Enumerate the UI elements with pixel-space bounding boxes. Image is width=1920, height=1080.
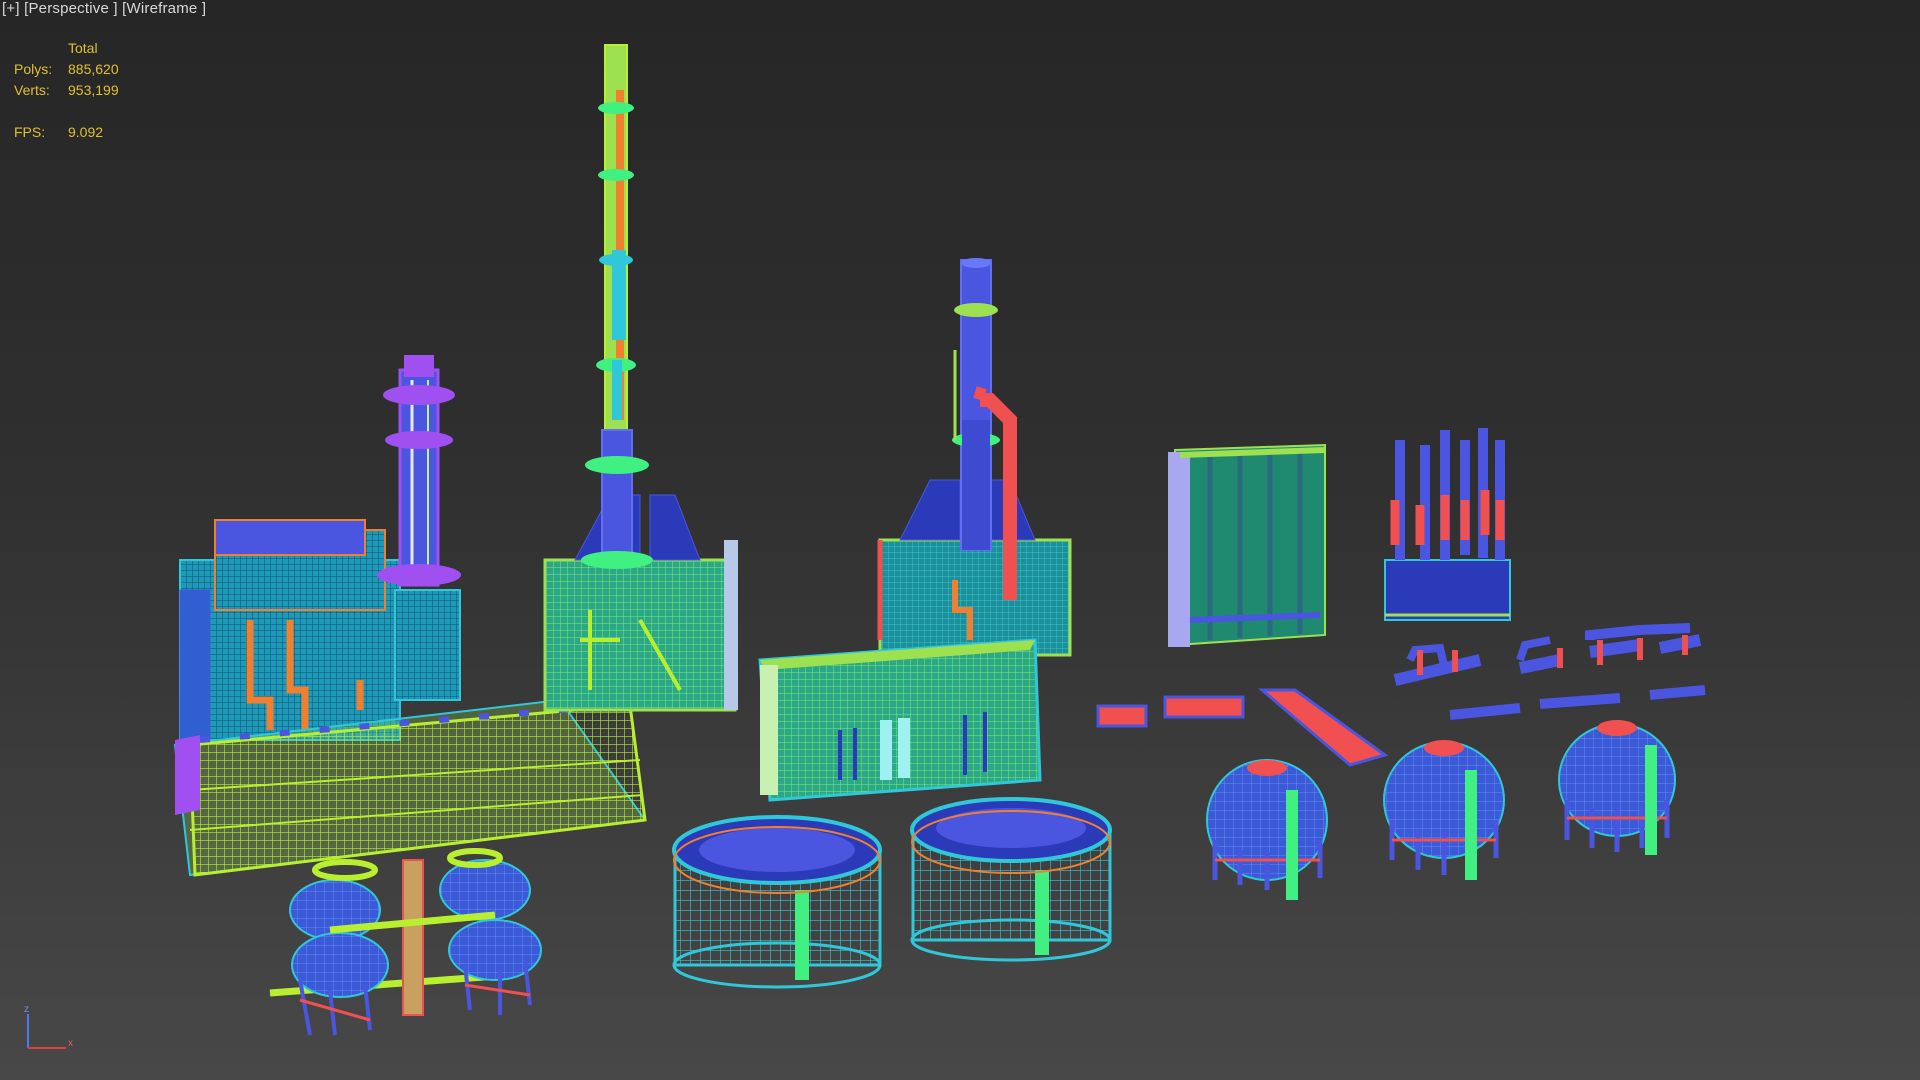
sphere-tank-right-3[interactable]: [1558, 720, 1676, 855]
viewport-shading-menu[interactable]: [Wireframe ]: [122, 0, 206, 17]
stats-polys-row: Polys: 885,620: [14, 59, 119, 80]
viewport-view-menu[interactable]: [Perspective ]: [24, 0, 118, 17]
viewport-label: [+] [Perspective ] [Wireframe ]: [2, 0, 206, 17]
stats-polys-value: 885,620: [68, 61, 119, 77]
storage-tank-1[interactable]: [672, 815, 882, 989]
stats-fps-label: FPS:: [14, 124, 46, 140]
3d-viewport[interactable]: [+] [Perspective ] [Wireframe ] Total Po…: [0, 0, 1920, 1080]
wireframe-scene[interactable]: [0, 0, 1920, 1080]
stats-fps-value: 9.092: [68, 124, 104, 140]
stats-fps-row: FPS: 9.092: [14, 122, 119, 143]
container-building[interactable]: [758, 638, 1042, 802]
z-axis-label: z: [24, 1004, 29, 1015]
x-axis-label: x: [68, 1038, 73, 1049]
purple-chimney[interactable]: [377, 355, 461, 587]
tall-green-chimney[interactable]: [581, 44, 653, 569]
radiator-block[interactable]: [1168, 443, 1326, 647]
sphere-tank-cluster[interactable]: [269, 848, 542, 1036]
tall-chimney-unit[interactable]: [543, 494, 738, 712]
sphere-tank-right-2[interactable]: [1383, 740, 1505, 880]
pump-skid[interactable]: [1384, 428, 1511, 621]
stats-total-label: Total: [68, 40, 98, 56]
viewport-menu-plus[interactable]: [+]: [2, 0, 20, 17]
stats-verts-label: Verts:: [14, 82, 50, 98]
axis-gizmo: z x: [24, 1004, 73, 1049]
sphere-tank-right-1[interactable]: [1206, 759, 1328, 900]
storage-tank-2[interactable]: [910, 797, 1112, 962]
stats-header-row: Total: [14, 38, 119, 59]
stats-polys-label: Polys:: [14, 61, 53, 77]
stats-verts-row: Verts: 953,199: [14, 80, 119, 101]
statistics-overlay: Total Polys: 885,620 Verts: 953,199 FPS:…: [14, 38, 119, 143]
stats-verts-value: 953,199: [68, 82, 119, 98]
